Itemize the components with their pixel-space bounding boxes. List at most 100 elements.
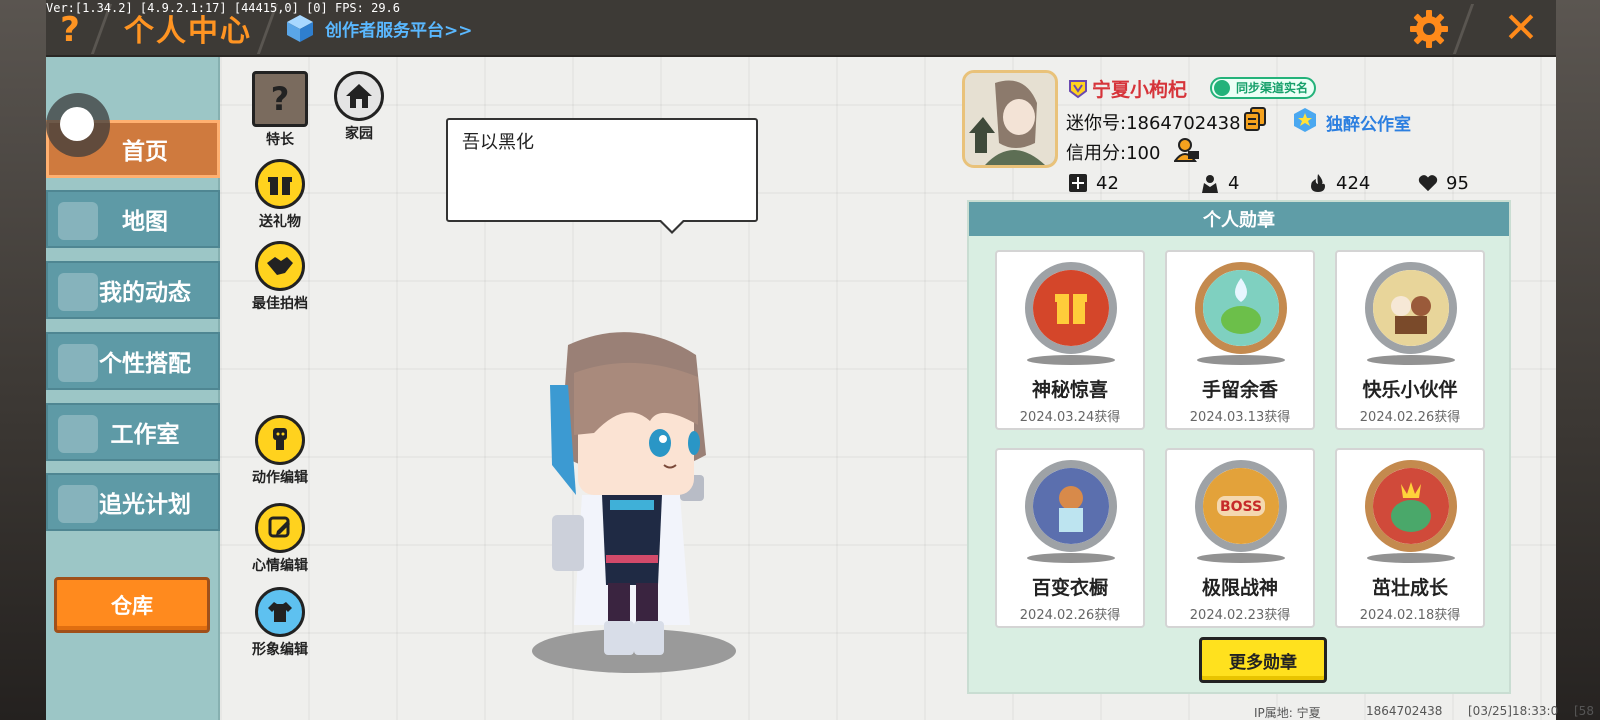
medal-card[interactable]: 茁壮成长 2024.02.18获得 — [1335, 448, 1485, 628]
username: 宁夏小枸杞 — [1092, 79, 1188, 101]
medal-card[interactable]: 快乐小伙伴 2024.02.26获得 — [1335, 250, 1485, 430]
action-figure-icon — [255, 415, 305, 465]
creator-platform-label: 创作者服务平台>> — [325, 20, 473, 41]
sidebar-item-label: 追光计划 — [99, 492, 191, 518]
shirt-icon — [255, 587, 305, 637]
medal-panel: 个人勋章 神秘惊喜 2024.03.24获得 手留余香 2024.03.13获得… — [967, 200, 1511, 694]
medal-name: 茁壮成长 — [1371, 577, 1448, 599]
follow-count: 42 — [1096, 172, 1119, 194]
specialty-button[interactable]: ? 特长 — [245, 71, 315, 149]
send-gift-label: 送礼物 — [259, 214, 301, 230]
vip-medal-icon — [1069, 80, 1087, 99]
user-credit-icon[interactable] — [1174, 137, 1200, 163]
sidebar-item-chase-light[interactable]: 追光计划 — [46, 473, 220, 531]
question-box-icon: ? — [252, 71, 308, 127]
copy-icon[interactable] — [1244, 107, 1266, 131]
medal-date: 2024.02.23获得 — [1189, 608, 1291, 623]
medal-card[interactable]: BOSS 极限战神 2024.02.23获得 — [1165, 448, 1315, 628]
action-edit-label: 动作编辑 — [252, 470, 308, 486]
action-edit-button[interactable]: 动作编辑 — [245, 415, 315, 487]
signature-text: 吾以黑化 — [462, 132, 534, 153]
mini-id: 迷你号:1864702438 — [1066, 113, 1241, 134]
flame-icon — [1311, 174, 1325, 192]
home-button[interactable]: 家园 — [324, 71, 394, 143]
best-partner-label: 最佳拍档 — [252, 296, 308, 312]
footer-trailing: [58 — [1574, 704, 1594, 718]
more-medals-button[interactable]: 更多勋章 — [1199, 637, 1327, 683]
medal-boss-icon: BOSS — [1195, 460, 1287, 552]
medal-gift-icon — [1025, 262, 1117, 354]
gear-icon[interactable] — [1408, 8, 1450, 50]
mood-edit-button[interactable]: 心情编辑 — [245, 503, 315, 575]
gift-icon — [255, 159, 305, 209]
sidebar-item-label: 个性搭配 — [99, 351, 191, 377]
verify-badge[interactable]: 同步渠道实名 — [1210, 77, 1317, 99]
sidebar-item-map[interactable]: 地图 — [46, 190, 220, 248]
medal-name: 极限战神 — [1201, 577, 1278, 599]
sidebar-item-label: 地图 — [122, 209, 168, 235]
help-button[interactable]: ? — [52, 10, 88, 50]
sidebar-item-label: 工作室 — [110, 422, 180, 448]
sidebar-item-label: 首页 — [122, 139, 168, 165]
heat-stat: 424 — [1308, 172, 1370, 194]
likes-stat[interactable]: 95 — [1418, 172, 1469, 194]
medal-name: 神秘惊喜 — [1031, 379, 1108, 401]
follow-plus-icon — [1069, 174, 1087, 192]
sidebar-item-label: 我的动态 — [99, 280, 191, 306]
medal-date: 2024.02.26获得 — [1359, 410, 1461, 425]
fans-stat[interactable]: 4 — [1200, 172, 1239, 194]
player-character-avatar[interactable] — [530, 325, 740, 681]
medal-date: 2024.03.24获得 — [1019, 410, 1121, 425]
studio-link[interactable]: 独醉公作室 — [1326, 110, 1411, 135]
footer-uid: 1864702438 — [1366, 704, 1443, 718]
medal-card[interactable]: 神秘惊喜 2024.03.24获得 — [995, 250, 1145, 430]
background-scene-right — [1554, 0, 1600, 720]
background-scene-left — [0, 0, 46, 720]
footer-timestamp: [03/25]18:33:0 — [1468, 704, 1559, 718]
image-edit-button[interactable]: 形象编辑 — [245, 587, 315, 659]
sidebar-item-outfit[interactable]: 个性搭配 — [46, 332, 220, 390]
sidebar-item-studio[interactable]: 工作室 — [46, 403, 220, 461]
tree-icon — [58, 415, 98, 453]
pencil-edit-icon — [255, 503, 305, 553]
floating-toggle-button[interactable] — [46, 93, 110, 157]
best-partner-button[interactable]: 最佳拍档 — [245, 241, 315, 313]
medal-card[interactable]: 手留余香 2024.03.13获得 — [1165, 250, 1315, 430]
likes-count: 95 — [1446, 172, 1469, 194]
fans-icon — [1202, 175, 1218, 193]
profile-avatar[interactable] — [962, 70, 1058, 168]
fps-debug-text: Ver:[1.34.2] [4.9.2.1:17] [44415,0] [0] … — [46, 1, 401, 15]
send-gift-button[interactable]: 送礼物 — [245, 159, 315, 231]
close-icon[interactable]: ✕ — [1500, 7, 1542, 50]
mood-edit-label: 心情编辑 — [252, 558, 308, 574]
signature-speech-bubble[interactable]: 吾以黑化 — [446, 118, 758, 222]
medal-frog-icon — [1195, 262, 1287, 354]
medal-date: 2024.02.26获得 — [1019, 608, 1121, 623]
specialty-label: 特长 — [266, 132, 294, 148]
bubble-tail-fill — [660, 219, 684, 231]
medal-name: 百变衣橱 — [1031, 577, 1108, 599]
sidebar-item-dynamics[interactable]: 我的动态 — [46, 261, 220, 319]
fans-count: 4 — [1228, 172, 1240, 194]
studio-badge-icon — [1294, 108, 1316, 132]
creator-platform-link[interactable]: 创作者服务平台>> — [285, 12, 473, 44]
medal-name: 手留余香 — [1201, 379, 1278, 401]
main-panel: 首页 地图 我的动态 个性搭配 工作室 追光计划 仓库 ? 特长 家园 送礼物 … — [46, 57, 1556, 720]
heat-count: 424 — [1336, 172, 1371, 194]
follow-stat[interactable]: 42 — [1068, 172, 1119, 194]
medal-panel-title: 个人勋章 — [969, 202, 1509, 236]
svg-text:BOSS: BOSS — [1220, 499, 1262, 515]
ip-location: IP属地: 宁夏 — [1254, 706, 1321, 720]
warehouse-button[interactable]: 仓库 — [54, 577, 210, 633]
home-label: 家园 — [345, 126, 373, 142]
medal-card[interactable]: 百变衣橱 2024.02.26获得 — [995, 448, 1145, 628]
credit-score: 信用分:100 — [1066, 143, 1161, 164]
medal-wardrobe-icon — [1025, 460, 1117, 552]
medal-friends-icon — [1365, 262, 1457, 354]
medal-name: 快乐小伙伴 — [1362, 379, 1458, 401]
handshake-icon — [255, 241, 305, 291]
medal-date: 2024.02.18获得 — [1359, 608, 1461, 623]
house-icon — [334, 71, 384, 121]
medal-date: 2024.03.13获得 — [1189, 410, 1291, 425]
cube-icon — [287, 15, 313, 42]
